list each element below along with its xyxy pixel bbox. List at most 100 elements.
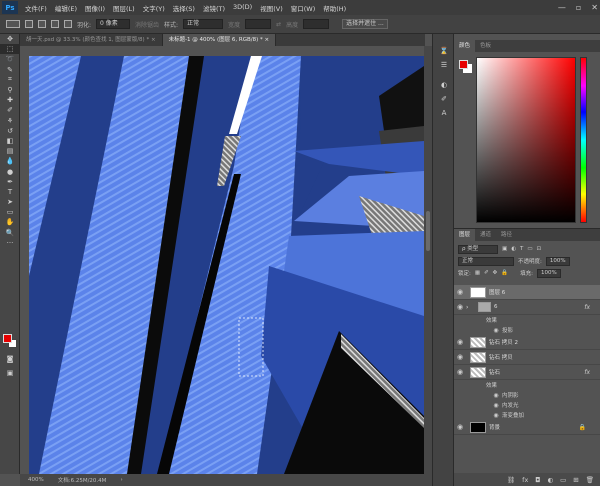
menu-item[interactable]: 文字(Y)	[139, 3, 169, 13]
layer-kind-filter[interactable]: ρ 类型	[458, 244, 498, 254]
new-layer-icon[interactable]: ⊞	[573, 476, 578, 484]
eyedropper-tool-icon[interactable]: ⚲	[0, 85, 20, 95]
effect-drop-shadow[interactable]: ◉ 投影	[454, 325, 600, 335]
zoom-tool-icon[interactable]: 🔍	[0, 228, 20, 238]
rect-marquee-tool-icon[interactable]: ⬚	[0, 44, 20, 55]
add-style-icon[interactable]: fx	[522, 476, 528, 484]
blend-mode-select[interactable]: 正常	[458, 256, 514, 266]
effect-inner-shadow[interactable]: ◉ 内阴影	[454, 390, 600, 400]
menu-item[interactable]: 编辑(E)	[51, 3, 81, 13]
filter-pixel-icon[interactable]: ▣	[502, 246, 507, 252]
layer-row-diamond[interactable]: ◉ 钻石 fx	[454, 365, 600, 380]
visibility-eye-icon[interactable]: ◉	[454, 303, 466, 311]
visibility-eye-icon[interactable]: ◉	[454, 423, 466, 431]
panel-foreground-color[interactable]	[459, 60, 468, 69]
maximize-button[interactable]: ▫	[576, 3, 581, 12]
history-panel-icon[interactable]: ⌛	[433, 44, 455, 58]
marquee-tool-preset-icon[interactable]	[6, 20, 20, 28]
color-swatches[interactable]	[3, 334, 17, 348]
close-button[interactable]: ✕	[591, 3, 598, 12]
opacity-input[interactable]: 100%	[545, 256, 570, 266]
menu-item[interactable]: 帮助(H)	[319, 3, 350, 13]
foreground-color-swatch[interactable]	[3, 334, 12, 343]
menu-item[interactable]: 图层(L)	[109, 3, 139, 13]
effect-gradient-overlay[interactable]: ◉ 渐变叠加	[454, 410, 600, 420]
healing-tool-icon[interactable]: ✚	[0, 95, 20, 105]
layer-row-background[interactable]: ◉ 背景 🔒	[454, 420, 600, 435]
tab-untitled-1[interactable]: 未标题-1 @ 400% (图层 6, RGB/8) * ×	[162, 34, 277, 46]
layer-row-layer-6[interactable]: ◉ 图层 6	[454, 285, 600, 300]
antialias-checkbox[interactable]: 消除锯齿	[135, 20, 159, 29]
brush-tool-icon[interactable]: ✐	[0, 105, 20, 115]
vertical-scrollbar[interactable]	[424, 46, 432, 474]
path-select-tool-icon[interactable]: ➤	[0, 197, 20, 207]
tab-hu-yi-tian[interactable]: 胡一天.psd @ 33.3% (颜色查找 1, 图层蒙版/8) * ×	[20, 34, 163, 46]
properties-panel-icon[interactable]: ☰	[433, 58, 455, 72]
adjustments-panel-icon[interactable]: ◐	[433, 78, 455, 92]
brush-panel-icon[interactable]: ✐	[433, 92, 455, 106]
add-mask-icon[interactable]: ◘	[535, 476, 540, 484]
move-tool-icon[interactable]: ✥	[0, 34, 20, 44]
filter-smart-icon[interactable]: ⊡	[537, 246, 542, 252]
lock-position-icon[interactable]: ✥	[493, 270, 498, 276]
tab-swatches[interactable]: 色板	[475, 40, 496, 52]
eraser-tool-icon[interactable]: ◧	[0, 136, 20, 146]
trash-icon[interactable]: 🗑	[586, 476, 594, 484]
filter-adjust-icon[interactable]: ◐	[511, 246, 516, 252]
menu-item[interactable]: 图像(I)	[81, 3, 109, 13]
visibility-eye-icon[interactable]: ◉	[454, 338, 466, 346]
filter-type-icon[interactable]: T	[520, 246, 523, 252]
visibility-eye-icon[interactable]: ◉	[454, 368, 466, 376]
hand-tool-icon[interactable]: ✋	[0, 217, 20, 227]
color-picker-field[interactable]	[476, 57, 576, 223]
menu-item[interactable]: 滤镜(T)	[199, 3, 229, 13]
effect-inner-glow[interactable]: ◉ 内发光	[454, 400, 600, 410]
zoom-level[interactable]: 400%	[28, 477, 44, 483]
select-and-mask-button[interactable]: 选择并遮住 ...	[342, 19, 388, 29]
dodge-tool-icon[interactable]: ●	[0, 166, 20, 176]
stamp-tool-icon[interactable]: ⚘	[0, 116, 20, 126]
shape-tool-icon[interactable]: ▭	[0, 207, 20, 217]
new-group-icon[interactable]: ▭	[560, 476, 566, 484]
filter-shape-icon[interactable]: ▭	[527, 246, 532, 252]
tab-paths[interactable]: 路径	[496, 229, 517, 241]
lock-transparent-icon[interactable]: ▦	[475, 270, 480, 276]
menu-item[interactable]: 窗口(W)	[287, 3, 320, 13]
add-selection-icon[interactable]	[38, 20, 46, 28]
new-selection-icon[interactable]	[25, 20, 33, 28]
visibility-eye-icon[interactable]: ◉	[454, 288, 466, 296]
pen-tool-icon[interactable]: ✒	[0, 177, 20, 187]
status-arrow-icon[interactable]: ›	[120, 477, 122, 483]
feather-input[interactable]: 0 像素	[96, 19, 131, 29]
quick-select-tool-icon[interactable]: ✎	[0, 65, 20, 75]
document-canvas[interactable]	[29, 56, 424, 474]
more-tools-icon[interactable]: ···	[0, 238, 20, 248]
scrollbar-thumb[interactable]	[426, 211, 430, 251]
tab-channels[interactable]: 通道	[475, 229, 496, 241]
blur-tool-icon[interactable]: 💧	[0, 156, 20, 166]
menu-item[interactable]: 视图(V)	[256, 3, 287, 13]
adjustment-layer-icon[interactable]: ◐	[547, 476, 553, 484]
gradient-tool-icon[interactable]: ▤	[0, 146, 20, 156]
layer-row-group-6[interactable]: ◉ › 6 fx	[454, 300, 600, 315]
fill-input[interactable]: 100%	[537, 268, 561, 278]
type-tool-icon[interactable]: T	[0, 187, 20, 197]
width-input[interactable]	[245, 19, 272, 29]
link-layers-icon[interactable]: ⛓	[507, 476, 515, 484]
lock-all-icon[interactable]: 🔒	[501, 270, 508, 276]
fx-icon[interactable]: fx	[584, 369, 590, 376]
fx-icon[interactable]: fx	[584, 304, 590, 311]
screen-mode-icon[interactable]: ▣	[0, 368, 20, 378]
subtract-selection-icon[interactable]	[51, 20, 59, 28]
tab-color[interactable]: 颜色	[454, 40, 476, 52]
group-expand-icon[interactable]: ›	[466, 304, 474, 311]
layer-row-diamond-copy-2[interactable]: ◉ 钻石 拷贝 2	[454, 335, 600, 350]
minimize-button[interactable]: —	[558, 3, 566, 12]
hue-slider[interactable]	[580, 57, 587, 223]
quick-mask-icon[interactable]: ◙	[0, 354, 20, 364]
height-input[interactable]	[303, 19, 330, 29]
history-brush-tool-icon[interactable]: ↺	[0, 126, 20, 136]
menu-item[interactable]: 文件(F)	[21, 3, 51, 13]
menu-item[interactable]: 3D(D)	[229, 3, 256, 13]
character-panel-icon[interactable]: A	[433, 106, 455, 120]
